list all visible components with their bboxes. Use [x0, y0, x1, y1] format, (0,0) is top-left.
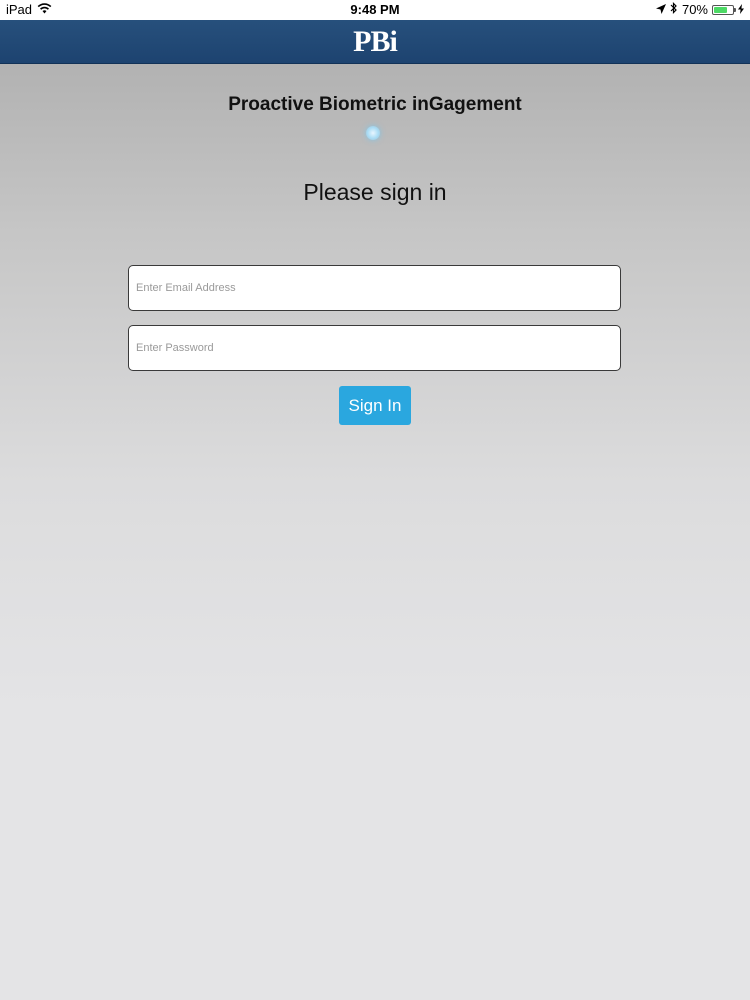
battery-percent: 70% [681, 2, 708, 17]
location-arrow-icon [655, 2, 666, 17]
app-header: PBi [0, 20, 750, 64]
status-time: 9:48 PM [350, 2, 400, 17]
loading-indicator-icon [366, 126, 380, 140]
email-field[interactable] [128, 265, 621, 311]
status-right: 70% [655, 2, 744, 17]
charging-bolt-icon [738, 2, 744, 17]
battery-icon [712, 4, 736, 15]
pbi-logo: PBi [353, 24, 398, 58]
bluetooth-icon [670, 2, 678, 17]
sign-in-button[interactable]: Sign In [339, 386, 411, 425]
password-field[interactable] [128, 325, 621, 371]
app-title: Proactive Biometric inGagement [228, 94, 522, 115]
signin-heading: Please sign in [303, 179, 447, 205]
battery-level-fill [714, 6, 727, 13]
status-bar: iPad 9:48 PM 70% [0, 0, 750, 20]
